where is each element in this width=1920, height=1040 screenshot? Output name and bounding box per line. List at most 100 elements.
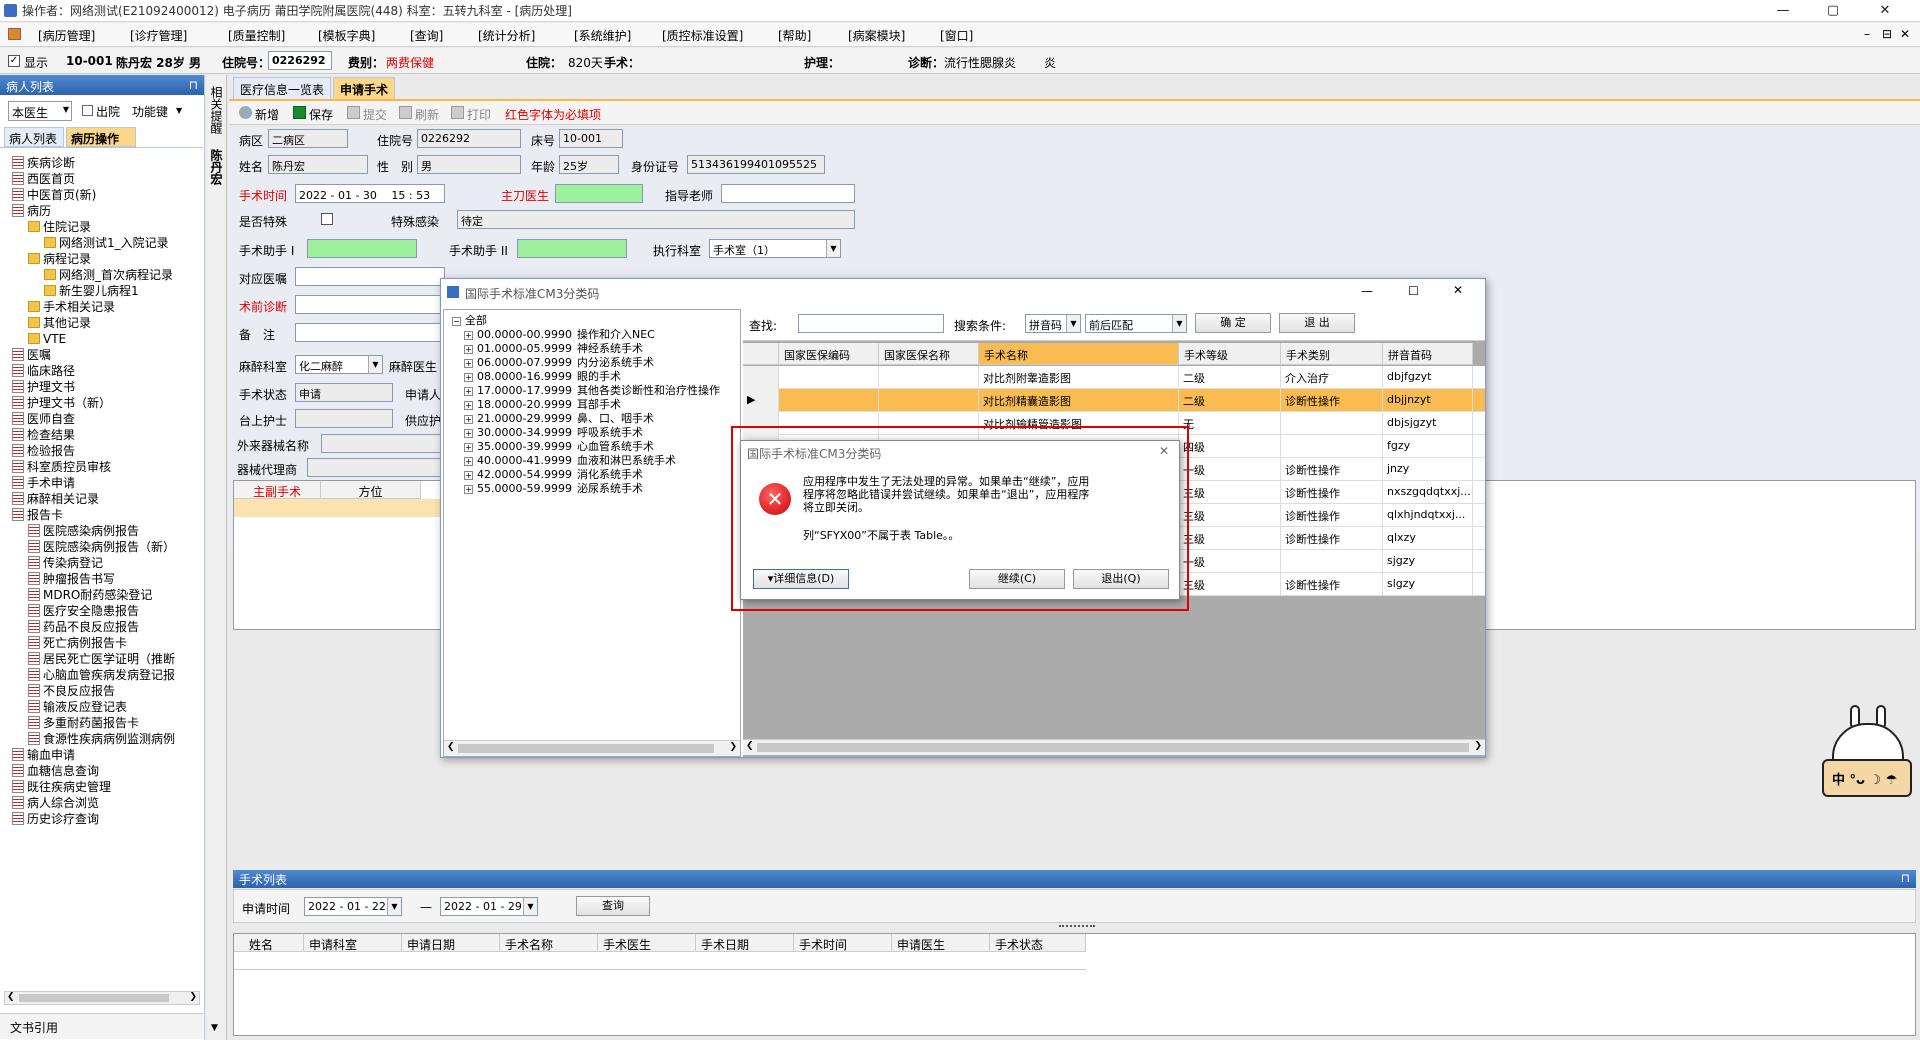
age-field[interactable]: 25岁: [559, 155, 619, 174]
tree-item[interactable]: 新生婴儿病程1: [44, 283, 139, 299]
nurse-field[interactable]: [295, 409, 393, 428]
tree-item[interactable]: 其他记录: [28, 315, 91, 331]
assistant2-field[interactable]: [517, 239, 627, 258]
cm3-cond1-select[interactable]: 拼音码 ▼: [1025, 314, 1081, 333]
tree-item[interactable]: 输液反应登记表: [28, 699, 127, 715]
cm3-tree-item[interactable]: +30.0000-34.9999 呼吸系统手术: [464, 426, 643, 440]
tree-item[interactable]: 网络测_首次病程记录: [44, 267, 173, 283]
expand-icon[interactable]: +: [464, 442, 473, 452]
surgery-list-column-header[interactable]: 手术名称: [500, 934, 598, 952]
cm3-tree-item[interactable]: +40.0000-41.9999 血液和淋巴系统手术: [464, 454, 676, 468]
close-button[interactable]: ✕: [1862, 0, 1908, 22]
cm3-tree-item[interactable]: +21.0000-29.9999 鼻、口、咽手术: [464, 412, 654, 426]
surgery-list-column-header[interactable]: 申请科室: [304, 934, 402, 952]
special-checkbox[interactable]: [321, 213, 333, 225]
tab-apply-surgery[interactable]: 申请手术: [333, 77, 396, 99]
status-field[interactable]: 申请: [295, 383, 393, 402]
collapse-icon[interactable]: −: [452, 316, 461, 326]
cm3-minimize-button[interactable]: —: [1361, 284, 1373, 298]
prediag-field[interactable]: [295, 295, 445, 314]
scroll-right-icon[interactable]: ❯: [1474, 741, 1482, 751]
submit-button[interactable]: 提交: [363, 106, 387, 123]
refresh-button[interactable]: 刷新: [415, 106, 439, 123]
mdi-restore-button[interactable]: ⊟: [1882, 27, 1892, 41]
date-to-field[interactable]: 2022 - 01 - 29 ▼: [440, 897, 538, 916]
id-field[interactable]: 513436199401095525: [687, 155, 825, 174]
cm3-tree-item[interactable]: +35.0000-39.9999 心血管系统手术: [464, 440, 654, 454]
date-from-field[interactable]: 2022 - 01 - 22 ▼: [304, 897, 402, 916]
cm3-ok-button[interactable]: 确 定: [1195, 313, 1271, 333]
surgery-list-column-header[interactable]: 手术医生: [598, 934, 696, 952]
menu-query[interactable]: [查询]: [410, 27, 443, 44]
cm3-column-header[interactable]: 手术类别: [1281, 343, 1383, 365]
cm3-table-row[interactable]: 对比剂附睾造影图 二级 介入治疗 dbjfgzyt: [743, 366, 1485, 389]
scroll-left-icon[interactable]: ❮: [7, 992, 15, 1002]
print-button[interactable]: 打印: [467, 106, 491, 123]
expand-icon[interactable]: +: [464, 484, 473, 494]
agent-field[interactable]: [307, 458, 441, 477]
surgery-list-column-header[interactable]: 手术时间: [794, 934, 892, 952]
doc-reference-bar[interactable]: 文书引用: [0, 1013, 203, 1039]
surgery-list-column-header[interactable]: 手术日期: [696, 934, 794, 952]
menu-record-mgmt[interactable]: [病历管理]: [38, 27, 95, 44]
tree-item[interactable]: 疾病诊断: [12, 155, 75, 171]
tree-item[interactable]: 居民死亡医学证明（推断: [28, 651, 175, 667]
tree-item[interactable]: 肿瘤报告书写: [28, 571, 115, 587]
menu-statistics[interactable]: [统计分析]: [478, 27, 535, 44]
tree-item[interactable]: 麻醉相关记录: [12, 491, 99, 507]
ward-field[interactable]: 二病区: [268, 129, 348, 148]
tree-item[interactable]: 护理文书: [12, 379, 75, 395]
menu-case-module[interactable]: [病案模块]: [848, 27, 905, 44]
expand-icon[interactable]: +: [464, 358, 473, 368]
tree-item[interactable]: 医疗安全隐患报告: [28, 603, 139, 619]
cm3-close-button[interactable]: ✕: [1453, 283, 1463, 297]
expand-icon[interactable]: +: [464, 372, 473, 382]
admit-field[interactable]: 0226292: [417, 129, 521, 148]
infection-field[interactable]: 待定: [457, 210, 855, 229]
maximize-button[interactable]: ▢: [1810, 0, 1856, 22]
tree-item[interactable]: 医嘱: [12, 347, 51, 363]
tree-item[interactable]: 医院感染病例报告: [28, 523, 139, 539]
tree-item[interactable]: 检验报告: [12, 443, 75, 459]
cm3-maximize-button[interactable]: ☐: [1408, 284, 1419, 298]
tree-item[interactable]: 网络测试1_入院记录: [44, 235, 169, 251]
cm3-column-header[interactable]: 拼音首码: [1383, 343, 1473, 365]
tree-item[interactable]: 检查结果: [12, 427, 75, 443]
cm3-tree-item[interactable]: +42.0000-54.9999 消化系统手术: [464, 468, 643, 482]
menu-qc-standard[interactable]: [质控标准设置]: [662, 27, 743, 44]
scroll-left-icon[interactable]: ❮: [746, 741, 754, 751]
tree-item[interactable]: 病历: [12, 203, 51, 219]
surgeon-field[interactable]: [555, 184, 643, 203]
expand-icon[interactable]: +: [464, 400, 473, 410]
tree-item[interactable]: 临床路径: [12, 363, 75, 379]
expand-icon[interactable]: +: [464, 456, 473, 466]
tree-item[interactable]: 医师自查: [12, 411, 75, 427]
tree-item[interactable]: 传染病登记: [28, 555, 103, 571]
tree-root[interactable]: − 全部: [452, 314, 487, 328]
tree-item[interactable]: 不良反应报告: [28, 683, 115, 699]
tree-item[interactable]: 住院记录: [28, 219, 91, 235]
tree-item[interactable]: 心脑血管疾病发病登记报: [28, 667, 175, 683]
discharge-checkbox[interactable]: [82, 105, 93, 116]
expand-icon[interactable]: +: [464, 386, 473, 396]
surgery-list-column-header[interactable]: 申请日期: [402, 934, 500, 952]
pin-icon[interactable]: ⊓: [189, 78, 198, 92]
expand-icon[interactable]: +: [464, 330, 473, 340]
name-field[interactable]: 陈丹宏: [268, 155, 368, 174]
cm3-tree-item[interactable]: +08.0000-16.9999 眼的手术: [464, 370, 621, 384]
menu-template[interactable]: [模板字典]: [318, 27, 375, 44]
side-scroll-arrow-icon[interactable]: ▼: [211, 1023, 218, 1033]
pin-icon[interactable]: ⊓: [1901, 871, 1910, 885]
tree-item[interactable]: 血糖信息查询: [12, 763, 99, 779]
tree-item[interactable]: MDRO耐药感染登记: [28, 587, 152, 603]
tree-item[interactable]: 手术申请: [12, 475, 75, 491]
menu-window[interactable]: [窗口]: [940, 27, 973, 44]
scroll-thumb[interactable]: [19, 994, 169, 1002]
tree-item[interactable]: 死亡病例报告卡: [28, 635, 127, 651]
cm3-tree-item[interactable]: +17.0000-17.9999 其他各类诊断性和治疗性操作: [464, 384, 720, 398]
tab-patient-list[interactable]: 病人列表: [4, 127, 64, 147]
cm3-table-row[interactable]: ▶ 对比剂精囊造影图 二级 诊断性操作 dbjjnzyt: [743, 389, 1485, 412]
tree-horizontal-scrollbar[interactable]: ❮ ❯: [4, 991, 200, 1005]
cm3-grid-scrollbar[interactable]: ❮ ❯: [743, 739, 1485, 755]
expand-icon[interactable]: +: [464, 344, 473, 354]
